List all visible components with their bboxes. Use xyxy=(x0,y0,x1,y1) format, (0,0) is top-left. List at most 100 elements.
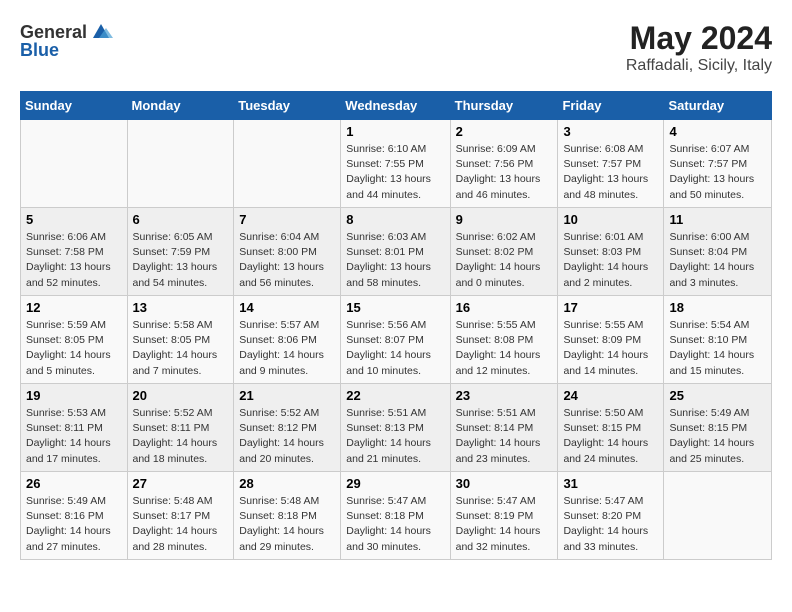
calendar-week-row: 26 Sunrise: 5:49 AMSunset: 8:16 PMDayligh… xyxy=(21,472,772,560)
day-number: 3 xyxy=(563,124,658,139)
calendar-day-13: 13 Sunrise: 5:58 AMSunset: 8:05 PMDayligh… xyxy=(127,296,234,384)
calendar-day-5: 5 Sunrise: 6:06 AMSunset: 7:58 PMDaylight… xyxy=(21,208,128,296)
calendar-empty-cell xyxy=(21,120,128,208)
month-year-title: May 2024 xyxy=(626,20,772,57)
day-number: 5 xyxy=(26,212,122,227)
day-info: Sunrise: 5:52 AMSunset: 8:11 PMDaylight:… xyxy=(133,406,229,467)
day-info: Sunrise: 5:47 AMSunset: 8:19 PMDaylight:… xyxy=(456,494,553,555)
day-number: 19 xyxy=(26,388,122,403)
day-number: 18 xyxy=(669,300,766,315)
weekday-header-row: SundayMondayTuesdayWednesdayThursdayFrid… xyxy=(21,92,772,120)
calendar-day-7: 7 Sunrise: 6:04 AMSunset: 8:00 PMDaylight… xyxy=(234,208,341,296)
day-number: 4 xyxy=(669,124,766,139)
calendar-day-27: 27Sunrise: 5:48 AMSunset: 8:17 PMDayligh… xyxy=(127,472,234,560)
day-info: Sunrise: 5:51 AMSunset: 8:14 PMDaylight:… xyxy=(456,406,553,467)
day-info: Sunrise: 6:02 AMSunset: 8:02 PMDaylight:… xyxy=(456,230,553,291)
day-info: Sunrise: 5:54 AMSunset: 8:10 PMDaylight:… xyxy=(669,318,766,379)
calendar-day-24: 24 Sunrise: 5:50 AMSunset: 8:15 PMDayligh… xyxy=(558,384,664,472)
day-info: Sunrise: 5:55 AMSunset: 8:09 PMDaylight:… xyxy=(563,318,658,379)
weekday-header-friday: Friday xyxy=(558,92,664,120)
calendar-empty-cell xyxy=(234,120,341,208)
location-subtitle: Raffadali, Sicily, Italy xyxy=(626,57,772,75)
day-number: 13 xyxy=(133,300,229,315)
day-info: Sunrise: 5:48 AMSunset: 8:17 PMDaylight:… xyxy=(133,494,229,555)
day-info: Sunrise: 6:05 AMSunset: 7:59 PMDaylight:… xyxy=(133,230,229,291)
day-number: 7 xyxy=(239,212,335,227)
calendar-week-row: 19 Sunrise: 5:53 AMSunset: 8:11 PMDayligh… xyxy=(21,384,772,472)
day-info: Sunrise: 6:10 AMSunset: 7:55 PMDaylight:… xyxy=(346,142,444,203)
day-number: 16 xyxy=(456,300,553,315)
day-info: Sunrise: 5:47 AMSunset: 8:20 PMDaylight:… xyxy=(563,494,658,555)
day-number: 14 xyxy=(239,300,335,315)
day-number: 25 xyxy=(669,388,766,403)
day-info: Sunrise: 5:48 AMSunset: 8:18 PMDaylight:… xyxy=(239,494,335,555)
calendar-day-16: 16Sunrise: 5:55 AMSunset: 8:08 PMDayligh… xyxy=(450,296,558,384)
calendar-day-28: 28 Sunrise: 5:48 AMSunset: 8:18 PMDayligh… xyxy=(234,472,341,560)
day-info: Sunrise: 5:47 AMSunset: 8:18 PMDaylight:… xyxy=(346,494,444,555)
day-number: 30 xyxy=(456,476,553,491)
logo-blue: Blue xyxy=(20,40,59,61)
calendar-day-3: 3 Sunrise: 6:08 AMSunset: 7:57 PMDaylight… xyxy=(558,120,664,208)
day-number: 15 xyxy=(346,300,444,315)
weekday-header-thursday: Thursday xyxy=(450,92,558,120)
calendar-day-25: 25Sunrise: 5:49 AMSunset: 8:15 PMDayligh… xyxy=(664,384,772,472)
day-number: 20 xyxy=(133,388,229,403)
day-info: Sunrise: 6:01 AMSunset: 8:03 PMDaylight:… xyxy=(563,230,658,291)
day-info: Sunrise: 5:56 AMSunset: 8:07 PMDaylight:… xyxy=(346,318,444,379)
calendar-day-20: 20 Sunrise: 5:52 AMSunset: 8:11 PMDayligh… xyxy=(127,384,234,472)
weekday-header-saturday: Saturday xyxy=(664,92,772,120)
day-number: 26 xyxy=(26,476,122,491)
day-info: Sunrise: 5:53 AMSunset: 8:11 PMDaylight:… xyxy=(26,406,122,467)
calendar-empty-cell xyxy=(127,120,234,208)
day-number: 12 xyxy=(26,300,122,315)
day-info: Sunrise: 6:09 AMSunset: 7:56 PMDaylight:… xyxy=(456,142,553,203)
day-number: 6 xyxy=(133,212,229,227)
day-info: Sunrise: 5:57 AMSunset: 8:06 PMDaylight:… xyxy=(239,318,335,379)
calendar-day-11: 11 Sunrise: 6:00 AMSunset: 8:04 PMDayligh… xyxy=(664,208,772,296)
weekday-header-sunday: Sunday xyxy=(21,92,128,120)
day-number: 9 xyxy=(456,212,553,227)
day-info: Sunrise: 6:08 AMSunset: 7:57 PMDaylight:… xyxy=(563,142,658,203)
calendar-day-29: 29 Sunrise: 5:47 AMSunset: 8:18 PMDayligh… xyxy=(341,472,450,560)
calendar-day-21: 21 Sunrise: 5:52 AMSunset: 8:12 PMDayligh… xyxy=(234,384,341,472)
day-info: Sunrise: 5:49 AMSunset: 8:16 PMDaylight:… xyxy=(26,494,122,555)
day-info: Sunrise: 5:58 AMSunset: 8:05 PMDaylight:… xyxy=(133,318,229,379)
day-number: 24 xyxy=(563,388,658,403)
day-number: 11 xyxy=(669,212,766,227)
day-info: Sunrise: 6:03 AMSunset: 8:01 PMDaylight:… xyxy=(346,230,444,291)
day-number: 29 xyxy=(346,476,444,491)
day-info: Sunrise: 6:07 AMSunset: 7:57 PMDaylight:… xyxy=(669,142,766,203)
day-info: Sunrise: 6:00 AMSunset: 8:04 PMDaylight:… xyxy=(669,230,766,291)
weekday-header-wednesday: Wednesday xyxy=(341,92,450,120)
day-number: 28 xyxy=(239,476,335,491)
day-number: 22 xyxy=(346,388,444,403)
calendar-day-12: 12 Sunrise: 5:59 AMSunset: 8:05 PMDayligh… xyxy=(21,296,128,384)
calendar-day-18: 18 Sunrise: 5:54 AMSunset: 8:10 PMDayligh… xyxy=(664,296,772,384)
calendar-day-17: 17Sunrise: 5:55 AMSunset: 8:09 PMDayligh… xyxy=(558,296,664,384)
day-number: 8 xyxy=(346,212,444,227)
calendar-day-2: 2 Sunrise: 6:09 AMSunset: 7:56 PMDaylight… xyxy=(450,120,558,208)
day-number: 2 xyxy=(456,124,553,139)
calendar-day-9: 9 Sunrise: 6:02 AMSunset: 8:02 PMDaylight… xyxy=(450,208,558,296)
calendar-week-row: 5 Sunrise: 6:06 AMSunset: 7:58 PMDaylight… xyxy=(21,208,772,296)
calendar-day-23: 23Sunrise: 5:51 AMSunset: 8:14 PMDayligh… xyxy=(450,384,558,472)
day-info: Sunrise: 6:06 AMSunset: 7:58 PMDaylight:… xyxy=(26,230,122,291)
calendar-day-26: 26 Sunrise: 5:49 AMSunset: 8:16 PMDayligh… xyxy=(21,472,128,560)
day-number: 31 xyxy=(563,476,658,491)
day-info: Sunrise: 5:51 AMSunset: 8:13 PMDaylight:… xyxy=(346,406,444,467)
logo-icon xyxy=(89,20,113,44)
calendar-empty-cell xyxy=(664,472,772,560)
calendar-day-22: 22 Sunrise: 5:51 AMSunset: 8:13 PMDayligh… xyxy=(341,384,450,472)
day-info: Sunrise: 6:04 AMSunset: 8:00 PMDaylight:… xyxy=(239,230,335,291)
day-info: Sunrise: 5:50 AMSunset: 8:15 PMDaylight:… xyxy=(563,406,658,467)
weekday-header-tuesday: Tuesday xyxy=(234,92,341,120)
day-number: 21 xyxy=(239,388,335,403)
calendar-week-row: 1Sunrise: 6:10 AMSunset: 7:55 PMDaylight… xyxy=(21,120,772,208)
calendar-day-31: 31 Sunrise: 5:47 AMSunset: 8:20 PMDayligh… xyxy=(558,472,664,560)
calendar-week-row: 12 Sunrise: 5:59 AMSunset: 8:05 PMDayligh… xyxy=(21,296,772,384)
day-info: Sunrise: 5:59 AMSunset: 8:05 PMDaylight:… xyxy=(26,318,122,379)
title-block: May 2024 Raffadali, Sicily, Italy xyxy=(626,20,772,75)
calendar-day-8: 8 Sunrise: 6:03 AMSunset: 8:01 PMDaylight… xyxy=(341,208,450,296)
day-info: Sunrise: 5:52 AMSunset: 8:12 PMDaylight:… xyxy=(239,406,335,467)
calendar-day-19: 19 Sunrise: 5:53 AMSunset: 8:11 PMDayligh… xyxy=(21,384,128,472)
